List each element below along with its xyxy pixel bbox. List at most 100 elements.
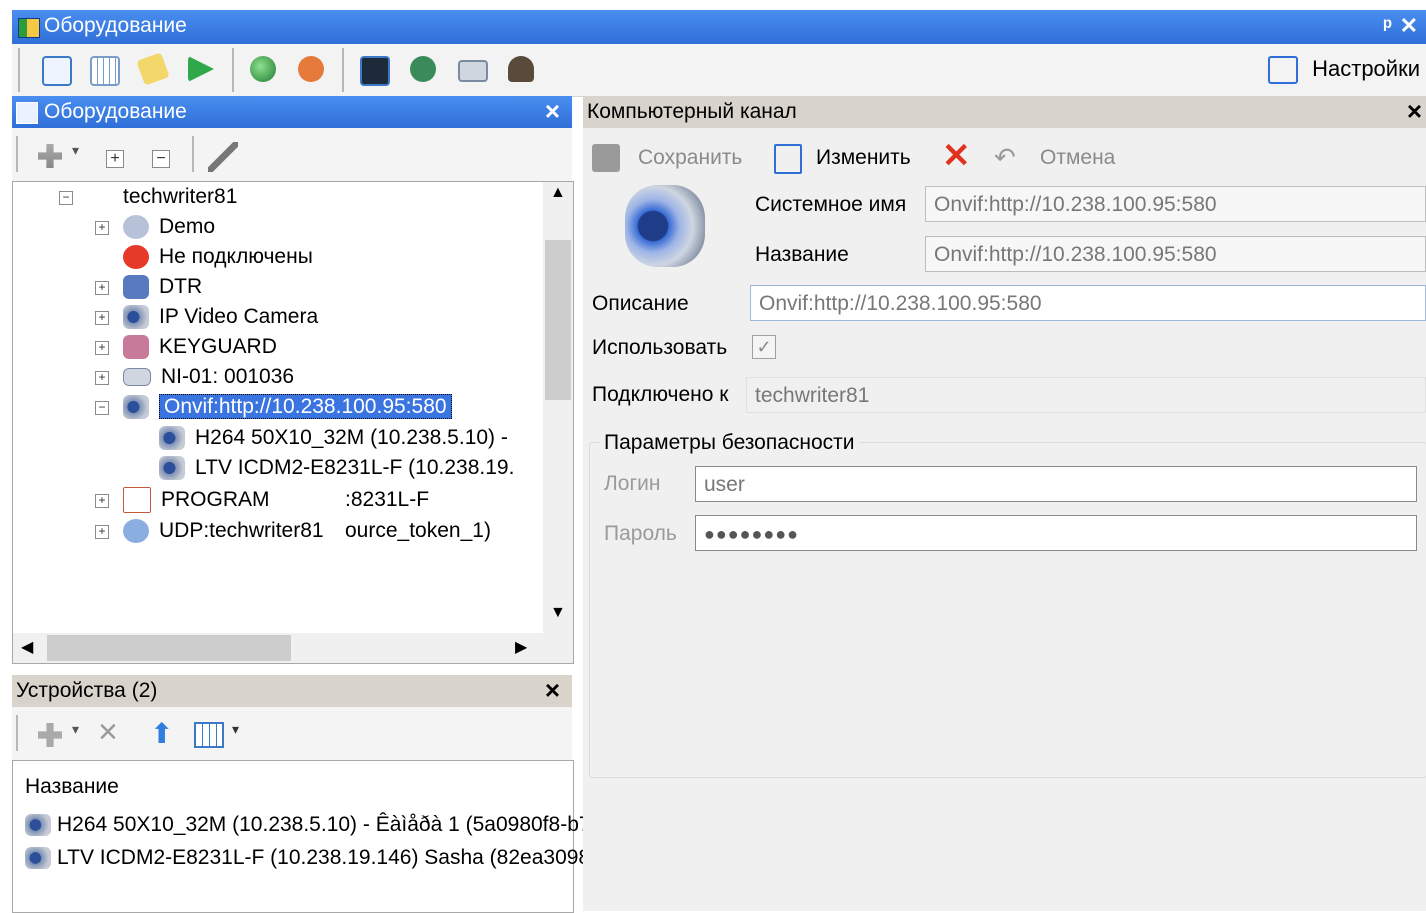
tree-node-program[interactable]: + PROGRAM [95,485,270,515]
toolbar-separator [192,136,194,172]
login-field[interactable]: user [695,466,1417,502]
add-device-icon[interactable] [38,723,62,747]
add-dropdown-chevron-icon[interactable]: ▾ [72,142,79,159]
expand-all-icon[interactable]: + [106,150,124,168]
tree-node-server[interactable]: − techwriter81 [59,182,237,212]
people-icon[interactable] [410,56,436,82]
main-toolbar: Настройки [12,44,1426,97]
list-item[interactable]: H264 50X10_32M (10.238.5.10) - Êàìåðà 1 … [25,813,591,837]
tree-node-disconnected[interactable]: Не подключены [95,242,313,272]
edit-icon [774,144,802,174]
list-item-label: H264 50X10_32M (10.238.5.10) - Êàìåðà 1 … [57,813,591,836]
expand-node-icon[interactable]: + [95,221,109,235]
tree-node-label: KEYGUARD [159,335,277,358]
tree-node-h264[interactable]: H264 50X10_32M (10.238.5.10) - [159,423,508,453]
details-panel-close-icon[interactable]: × [1407,96,1422,127]
columns-dropdown-chevron-icon[interactable]: ▾ [232,721,239,738]
pin-icon[interactable]: ᵖ [1383,13,1392,39]
scroll-right-icon[interactable]: ▶ [515,637,527,657]
expand-node-icon[interactable]: + [95,281,109,295]
tree-node-ip-camera[interactable]: + IP Video Camera [95,302,318,332]
save-label: Сохранить [638,146,743,169]
add-icon[interactable] [38,144,62,168]
tree-node-label-selected: Onvif:http://10.238.100.95:580 [159,394,452,419]
name-label: Название [755,243,849,266]
tree-node-label: techwriter81 [123,185,238,208]
details-panel-header: Компьютерный канал × [583,96,1426,128]
notes-icon[interactable] [136,52,170,86]
settings-button[interactable]: Настройки [1268,56,1420,85]
tree-node-udp[interactable]: + UDP:techwriter81 [95,516,324,546]
window-close-icon[interactable]: ✕ [1400,13,1418,39]
tree-view-icon[interactable] [42,56,72,86]
tree-node-ltv[interactable]: LTV ICDM2-E8231L-F (10.238.19. [159,453,514,483]
devices-panel-close-icon[interactable]: × [545,675,560,706]
users-group-icon[interactable] [298,56,324,82]
tree-node-ni01[interactable]: + NI-01: 001036 [95,362,294,392]
cancel-label: Отмена [1040,146,1116,169]
details-toolbar: Сохранить Изменить ✕ ↶ Отмена [590,136,1426,178]
tree-node-demo[interactable]: + Demo [95,212,215,242]
no-entry-icon [123,245,149,270]
system-name-field[interactable]: Onvif:http://10.238.100.95:580 [925,186,1426,222]
drive-icon[interactable] [458,60,488,82]
keyguard-icon [123,335,149,360]
use-label: Использовать [592,336,728,359]
save-button[interactable]: Сохранить [592,142,752,174]
camera-icon [25,814,51,837]
connected-to-field[interactable]: techwriter81 [746,377,1426,413]
collapse-node-icon[interactable]: − [59,191,73,205]
password-field[interactable]: ●●●●●●●● [695,515,1417,551]
tree-node-dtr[interactable]: + DTR [95,272,202,302]
use-checkbox[interactable]: ✓ [752,335,776,359]
scrollbar-thumb[interactable] [47,635,291,661]
tree-node-label: DTR [159,275,203,298]
tree-toolbar: ▾ + − [12,128,572,182]
expand-node-icon[interactable]: + [95,494,109,508]
tree-vertical-scrollbar[interactable]: ▲ ▼ [543,182,573,634]
scroll-up-icon[interactable]: ▲ [550,184,566,202]
edit-label: Изменить [816,146,911,169]
undo-icon: ↶ [994,142,1016,172]
scroll-left-icon[interactable]: ◀ [21,637,33,657]
user-icon[interactable] [508,56,534,82]
security-group-title: Параметры безопасности [600,431,859,455]
scroll-down-icon[interactable]: ▼ [550,604,566,622]
scrollbar-thumb[interactable] [545,240,571,400]
login-label: Логин [604,472,661,495]
description-field[interactable]: Onvif:http://10.238.100.95:580 [750,285,1426,321]
tree-node-onvif[interactable]: − Onvif:http://10.238.100.95:580 [95,392,452,422]
add-dropdown-chevron-icon[interactable]: ▾ [72,721,79,738]
camera-large-icon [625,185,705,267]
tree-node-label: Не подключены [159,245,313,268]
monitor-icon[interactable] [360,56,390,86]
delete-icon[interactable]: ✕ [942,136,971,176]
equipment-tree: − techwriter81 + Demo Не подключены + DT… [12,181,574,635]
collapse-node-icon[interactable]: − [95,401,109,415]
expand-node-icon[interactable]: + [95,371,109,385]
column-header-name[interactable]: Название [25,775,119,799]
grid-view-icon[interactable] [90,56,120,86]
description-label: Описание [592,292,689,315]
route-icon[interactable] [188,56,214,82]
wrench-icon[interactable] [208,142,238,172]
columns-icon[interactable] [194,722,224,748]
cancel-button[interactable]: ↶ Отмена [994,142,1134,174]
tree-panel-close-icon[interactable]: × [545,96,560,127]
expand-node-icon[interactable]: + [95,311,109,325]
tree-horizontal-scrollbar[interactable]: ◀ ▶ [12,633,574,664]
tree-node-keyguard[interactable]: + KEYGUARD [95,332,277,362]
tree-node-label: H264 50X10_32M (10.238.5.10) - [195,426,508,449]
toolbar-separator [342,48,344,92]
expand-node-icon[interactable]: + [95,341,109,355]
collapse-all-icon[interactable]: − [152,150,170,168]
list-item[interactable]: LTV ICDM2-E8231L-F (10.238.19.146) Sasha… [25,846,590,870]
globe-icon[interactable] [250,56,276,82]
camera-icon [123,395,149,420]
move-up-icon[interactable]: ⬆ [150,717,173,750]
edit-button[interactable]: Изменить [774,142,924,174]
devices-list: Название H264 50X10_32M (10.238.5.10) - … [12,760,591,913]
name-field[interactable]: Onvif:http://10.238.100.95:580 [925,236,1426,272]
expand-node-icon[interactable]: + [95,525,109,539]
delete-device-icon[interactable]: × [98,713,118,752]
